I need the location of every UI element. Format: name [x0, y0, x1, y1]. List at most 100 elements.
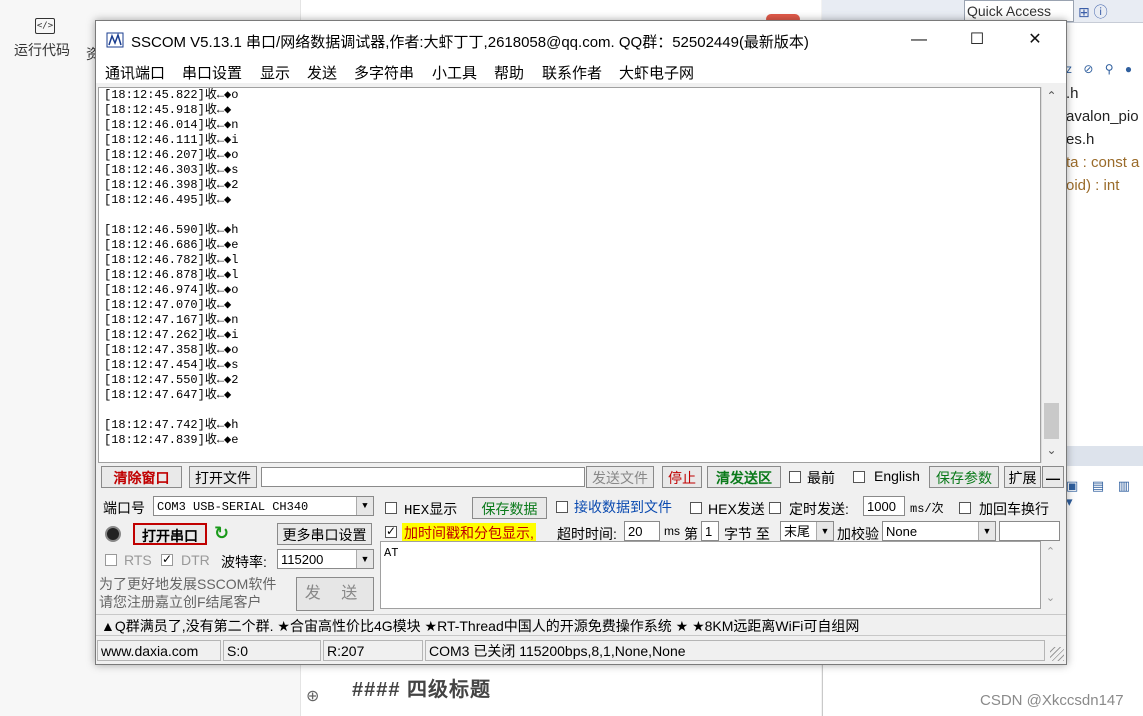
- hex-send-checkbox[interactable]: [690, 502, 702, 514]
- timeout-input[interactable]: 20: [624, 521, 660, 541]
- receive-line: [18:12:47.839]收←◆e: [104, 433, 239, 447]
- register-promo[interactable]: 为了更好地发展SSCOM软件 请您注册嘉立创F结尾客户: [99, 575, 289, 611]
- checksum-select[interactable]: None ▼: [882, 521, 996, 541]
- chevron-down-icon[interactable]: ▼: [356, 497, 373, 515]
- title-bar[interactable]: SSCOM V5.13.1 串口/网络数据调试器,作者:大虾丁丁,2618058…: [96, 21, 1066, 59]
- outline-toolbar-icons[interactable]: z ⊘ ⚲ ●: [1066, 62, 1136, 76]
- timestamp-checkbox[interactable]: [385, 524, 397, 538]
- chevron-down-icon[interactable]: ▼: [356, 550, 373, 568]
- maximize-button[interactable]: ☐: [948, 21, 1006, 59]
- end-select-value: 末尾: [784, 524, 811, 539]
- receive-line: [18:12:46.974]收←◆o: [104, 283, 239, 297]
- rts-label: RTS: [124, 552, 152, 568]
- timeout-unit: ms: [664, 524, 680, 538]
- receive-line: [18:12:47.550]收←◆2: [104, 373, 239, 387]
- topmost-label: 最前: [807, 470, 835, 486]
- register-promo-line: 为了更好地发展SSCOM软件: [99, 576, 277, 592]
- timed-send-checkbox[interactable]: [769, 502, 781, 514]
- menu-help[interactable]: 帮助: [494, 62, 524, 83]
- menu-send[interactable]: 发送: [307, 62, 337, 83]
- checksum-extra-input[interactable]: [999, 521, 1060, 541]
- run-code-button[interactable]: </> 运行代码: [14, 16, 76, 58]
- scroll-down-icon[interactable]: ⌄: [1041, 591, 1060, 604]
- send-text: AT: [384, 546, 399, 560]
- clear-send-button[interactable]: 清发送区: [707, 466, 781, 488]
- menu-multi-string[interactable]: 多字符串: [354, 62, 414, 83]
- outline-list: .h avalon_pio es.h ta : const a oid) : i…: [1066, 82, 1139, 197]
- english-checkbox[interactable]: [853, 471, 865, 483]
- outline-item[interactable]: es.h: [1066, 128, 1139, 151]
- sscom-window: SSCOM V5.13.1 串口/网络数据调试器,作者:大虾丁丁,2618058…: [95, 20, 1067, 665]
- menu-contact-author[interactable]: 联系作者: [542, 62, 602, 83]
- receive-line: [18:12:46.303]收←◆s: [104, 163, 239, 177]
- refresh-icon[interactable]: ↻: [214, 523, 229, 544]
- menu-daxia-site[interactable]: 大虾电子网: [619, 62, 694, 83]
- port-select[interactable]: COM3 USB-SERIAL CH340 ▼: [153, 496, 374, 516]
- byte-index-input[interactable]: 1: [701, 521, 719, 541]
- rts-checkbox[interactable]: [105, 554, 117, 566]
- receive-line: [18:12:46.495]收←◆: [104, 193, 232, 207]
- add-crlf-checkbox[interactable]: [959, 502, 971, 514]
- window-title: SSCOM V5.13.1 串口/网络数据调试器,作者:大虾丁丁,2618058…: [131, 34, 809, 51]
- minimize-button[interactable]: —: [890, 21, 948, 59]
- scroll-thumb[interactable]: [1044, 403, 1059, 439]
- menu-comm-port[interactable]: 通讯端口: [105, 62, 165, 83]
- receive-line: [18:12:46.782]收←◆l: [104, 253, 239, 267]
- menu-display[interactable]: 显示: [260, 62, 290, 83]
- outline-item[interactable]: .h: [1066, 82, 1139, 105]
- receive-line: [18:12:47.454]收←◆s: [104, 358, 239, 372]
- send-scrollbar[interactable]: ⌃ ⌄: [1041, 541, 1060, 609]
- receive-line: [18:12:46.207]收←◆o: [104, 148, 239, 162]
- outline-item[interactable]: ta : const a: [1066, 151, 1139, 174]
- ad-banner[interactable]: ▲Q群满员了,没有第二个群. ★合宙高性价比4G模块 ★RT-Thread中国人…: [96, 614, 1066, 636]
- baud-select-value: 115200: [281, 552, 324, 567]
- status-sent: S:0: [223, 640, 321, 661]
- outline-item[interactable]: oid) : int: [1066, 174, 1139, 197]
- status-site[interactable]: www.daxia.com: [97, 640, 221, 661]
- target-icon[interactable]: ⊕: [306, 686, 324, 705]
- scroll-up-icon[interactable]: ⌃: [1041, 545, 1060, 558]
- stop-button[interactable]: 停止: [662, 466, 702, 488]
- baud-select[interactable]: 115200 ▼: [277, 549, 374, 569]
- save-data-button[interactable]: 保存数据: [472, 497, 547, 519]
- receive-line: [18:12:47.070]收←◆: [104, 298, 232, 312]
- receive-scrollbar[interactable]: ⌃ ⌄: [1041, 87, 1061, 463]
- baud-label: 波特率:: [221, 554, 267, 570]
- resize-grip[interactable]: [1050, 647, 1064, 661]
- interval-input[interactable]: 1000: [863, 496, 905, 516]
- clear-window-button[interactable]: 清除窗口: [101, 466, 182, 488]
- send-button[interactable]: 发 送: [296, 577, 374, 611]
- dtr-checkbox[interactable]: [161, 552, 173, 566]
- scroll-up-icon[interactable]: ⌃: [1042, 89, 1061, 103]
- open-port-button[interactable]: 打开串口: [133, 523, 207, 545]
- add-crlf-label: 加回车换行: [979, 501, 1049, 517]
- end-select[interactable]: 末尾 ▼: [780, 521, 834, 541]
- topmost-checkbox[interactable]: [789, 471, 801, 483]
- quick-access-input[interactable]: Quick Access: [964, 0, 1074, 22]
- send-file-button[interactable]: 发送文件: [586, 466, 654, 488]
- expand-button[interactable]: 扩展: [1004, 466, 1041, 488]
- console-toolbar-icons[interactable]: ▣ ▤ ▥ ▾: [1066, 478, 1143, 510]
- close-button[interactable]: ✕: [1006, 21, 1064, 59]
- send-textarea[interactable]: AT: [380, 541, 1041, 609]
- chevron-down-icon[interactable]: ▼: [978, 522, 995, 540]
- open-file-button[interactable]: 打开文件: [189, 466, 257, 488]
- ide-panel-tabbar: [1066, 446, 1143, 466]
- timestamp-label: 加时间戳和分包显示,: [402, 523, 536, 543]
- more-settings-button[interactable]: 更多串口设置: [277, 523, 372, 545]
- save-params-button[interactable]: 保存参数: [929, 466, 999, 488]
- menu-tools[interactable]: 小工具: [432, 62, 477, 83]
- scroll-down-icon[interactable]: ⌄: [1042, 443, 1061, 457]
- collapse-button[interactable]: —: [1042, 466, 1064, 488]
- receive-line: [18:12:45.822]收←◆o: [104, 88, 239, 102]
- perspective-icons[interactable]: ⊞ ⓘ: [1078, 2, 1108, 22]
- outline-item[interactable]: avalon_pio: [1066, 105, 1139, 128]
- file-path-input[interactable]: [261, 467, 585, 487]
- menu-serial-settings[interactable]: 串口设置: [182, 62, 242, 83]
- receive-line: [18:12:46.878]收←◆l: [104, 268, 239, 282]
- receive-area[interactable]: [18:12:45.822]收←◆o [18:12:45.918]收←◆ [18:1…: [98, 87, 1041, 463]
- recv-to-file-checkbox[interactable]: [556, 501, 568, 513]
- chevron-down-icon[interactable]: ▼: [816, 522, 833, 540]
- hex-send-label: HEX发送: [708, 501, 765, 517]
- hex-display-checkbox[interactable]: [385, 502, 397, 514]
